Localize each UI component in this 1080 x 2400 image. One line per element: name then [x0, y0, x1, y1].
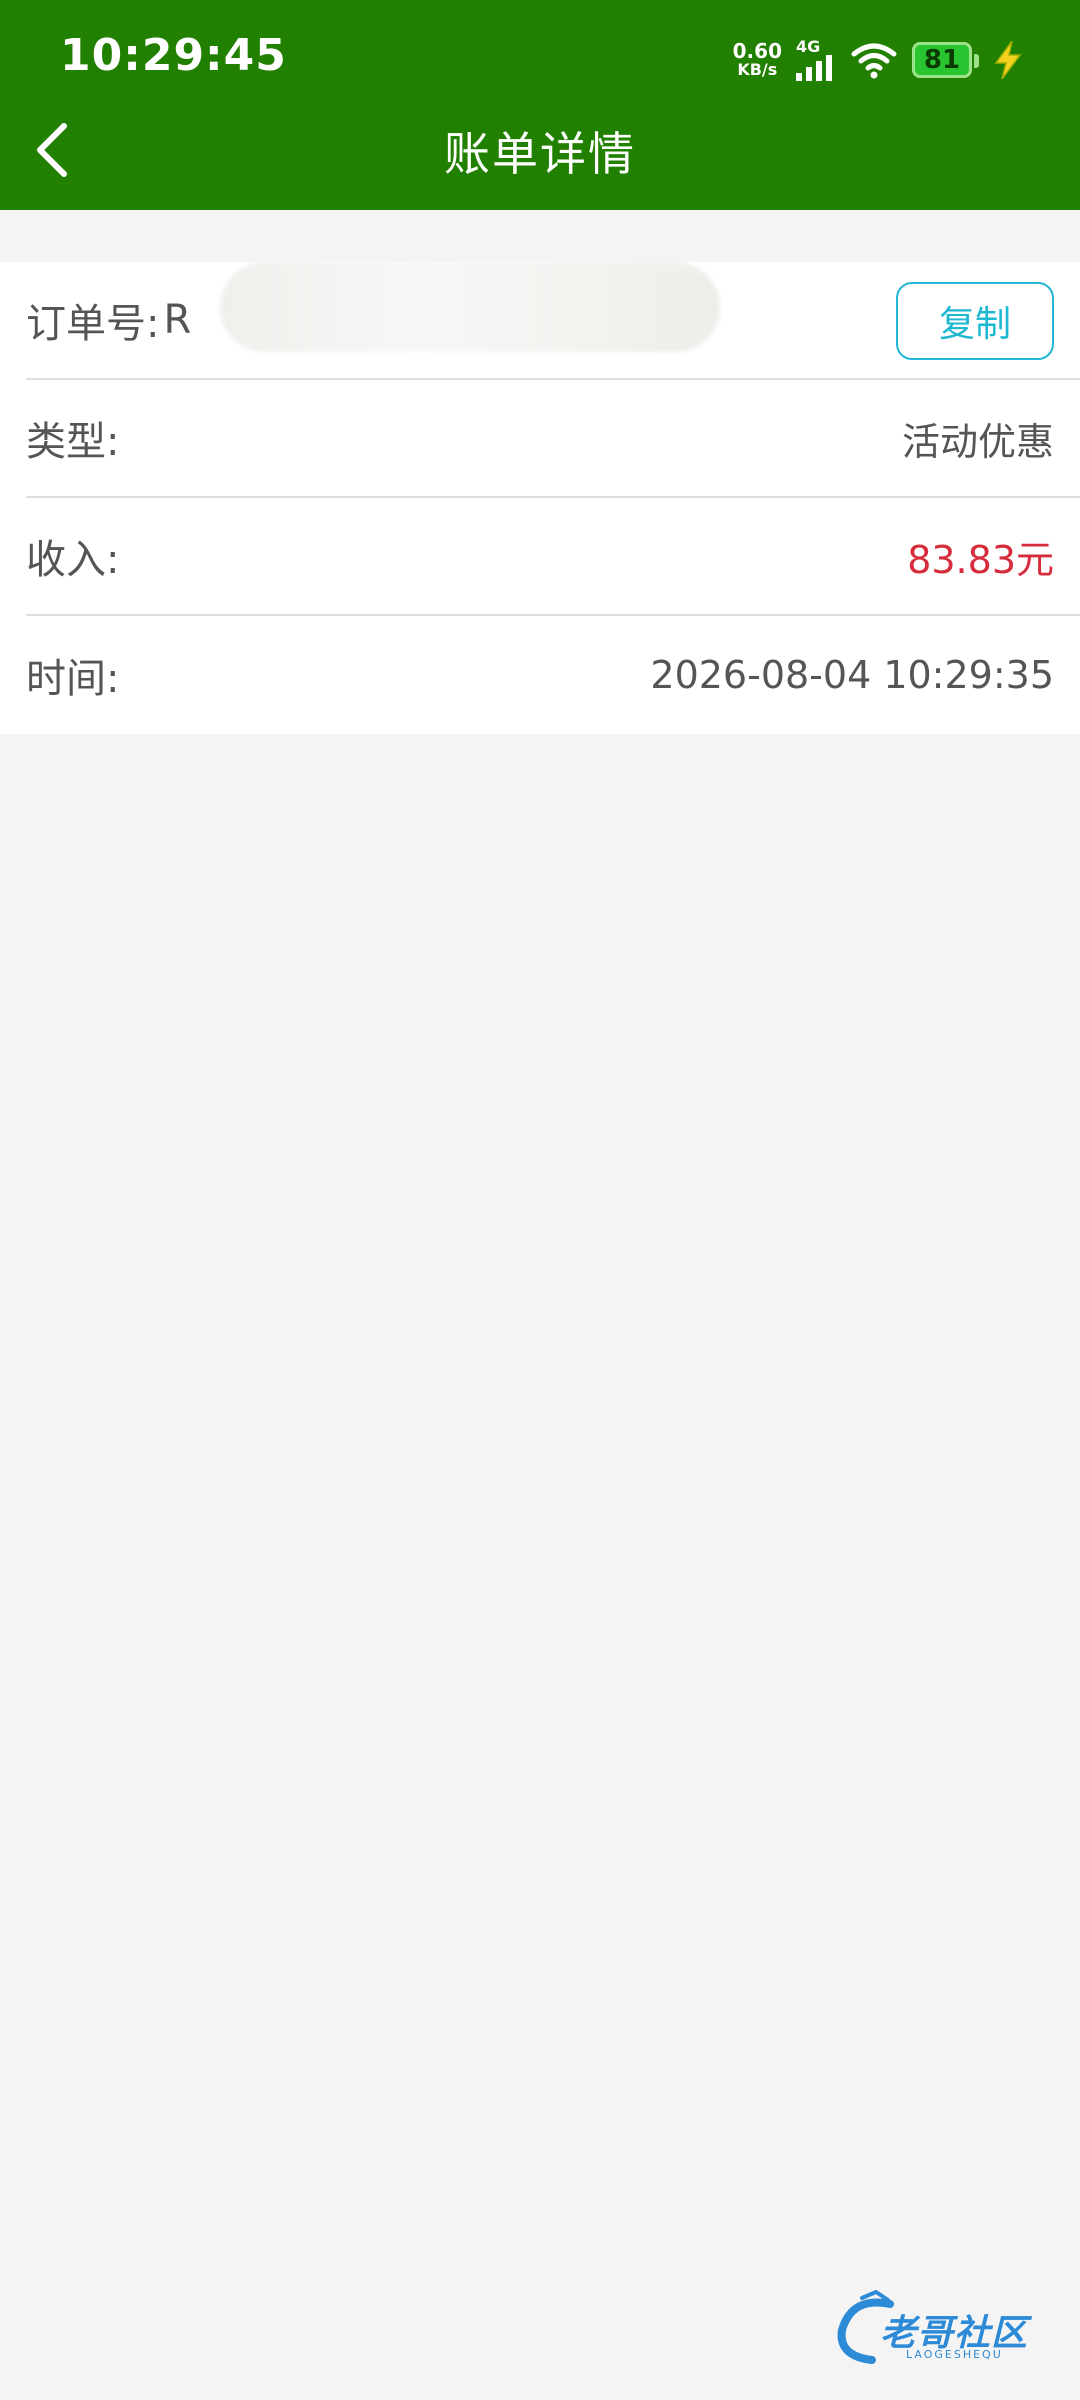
- time-label: 时间:: [26, 656, 120, 702]
- order-number-label: 订单号:: [26, 301, 160, 347]
- status-time: 10:29:45: [60, 30, 287, 81]
- order-number-row: 订单号: R 复制: [26, 262, 1080, 380]
- page-title: 账单详情: [444, 127, 636, 181]
- type-row: 类型: 活动优惠: [26, 380, 1080, 498]
- time-row: 时间: 2026-08-04 10:29:35: [26, 616, 1080, 734]
- status-icons: 0.60 KB/s 4G 81: [733, 36, 1024, 84]
- network-speed-value: 0.60: [732, 39, 782, 63]
- type-label: 类型:: [26, 419, 120, 465]
- battery-level: 81: [923, 45, 961, 75]
- income-label: 收入:: [26, 537, 120, 583]
- type-value: 活动优惠: [901, 419, 1054, 464]
- watermark-logo: 老哥社区 LAOGESHEQU: [832, 2290, 1062, 2370]
- copy-button[interactable]: 复制: [896, 282, 1054, 360]
- income-value: 83.83元: [907, 537, 1054, 582]
- network-type: 4G: [796, 37, 821, 56]
- battery-icon: 81: [912, 42, 979, 78]
- redaction-blur: [220, 262, 720, 352]
- income-row: 收入: 83.83元: [26, 498, 1080, 616]
- time-value: 2026-08-04 10:29:35: [650, 653, 1054, 697]
- signal-indicator: 4G: [796, 39, 836, 81]
- network-speed-unit: KB/s: [737, 60, 778, 79]
- wifi-icon: [851, 43, 897, 79]
- signal-icon: [796, 55, 832, 81]
- status-bar: 10:29:45 0.60 KB/s 4G 81: [0, 0, 1080, 120]
- bill-detail-card: 订单号: R 复制 类型: 活动优惠 收入: 83.83元 时间: 2026-0…: [0, 262, 1080, 734]
- watermark-subtext: LAOGESHEQU: [906, 2348, 1003, 2361]
- app-bar: 10:29:45 0.60 KB/s 4G 81 账单详情: [0, 0, 1080, 210]
- network-speed: 0.60 KB/s: [733, 41, 782, 79]
- order-number-value: R: [163, 297, 192, 343]
- charging-icon: [994, 41, 1022, 79]
